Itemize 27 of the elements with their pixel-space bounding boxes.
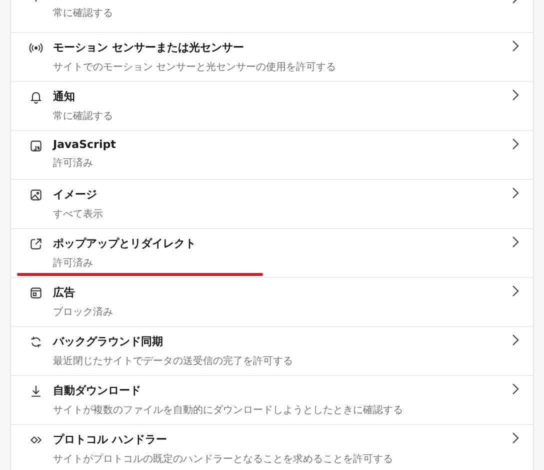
- setting-title: JavaScript: [53, 138, 117, 151]
- bell-icon: [29, 90, 43, 104]
- setting-description: サイトでのモーション センサーと光センサーの使用を許可する: [53, 60, 338, 74]
- setting-description: 常に確認する: [53, 6, 114, 20]
- download-icon: [29, 384, 43, 398]
- setting-description: 許可済み: [53, 156, 94, 170]
- setting-description: 許可済み: [53, 256, 94, 270]
- setting-description: 最近閉じたサイトでデータの送受信の完了を許可する: [53, 354, 294, 368]
- sensor-icon: [29, 41, 43, 55]
- window-icon: [29, 286, 43, 300]
- sync-icon: [29, 335, 43, 349]
- setting-description: ブロック済み: [53, 306, 114, 319]
- setting-title: イメージ: [53, 187, 98, 202]
- setting-description: すべて表示: [53, 208, 104, 221]
- setting-description: サイトがプロトコルの既定のハンドラーとなることを求めることを許可する: [53, 452, 394, 466]
- image-icon: [29, 188, 43, 202]
- setting-description: サイトが複数のファイルを自動的にダウンロードしようとしたときに確認する: [53, 404, 404, 417]
- setting-title: プロトコル ハンドラー: [53, 432, 168, 447]
- script-icon: [29, 139, 43, 153]
- setting-title: 自動ダウンロード: [53, 383, 142, 398]
- setting-title: ポップアップとリダイレクト: [53, 236, 197, 251]
- setting-title: バックグラウンド同期: [53, 334, 164, 349]
- setting-title: モーション センサーまたは光センサー: [53, 40, 245, 55]
- setting-title: 通知: [53, 89, 76, 104]
- setting-description: 常に確認する: [53, 110, 114, 123]
- setting-title: 広告: [53, 285, 76, 300]
- external-link-icon: [29, 237, 43, 251]
